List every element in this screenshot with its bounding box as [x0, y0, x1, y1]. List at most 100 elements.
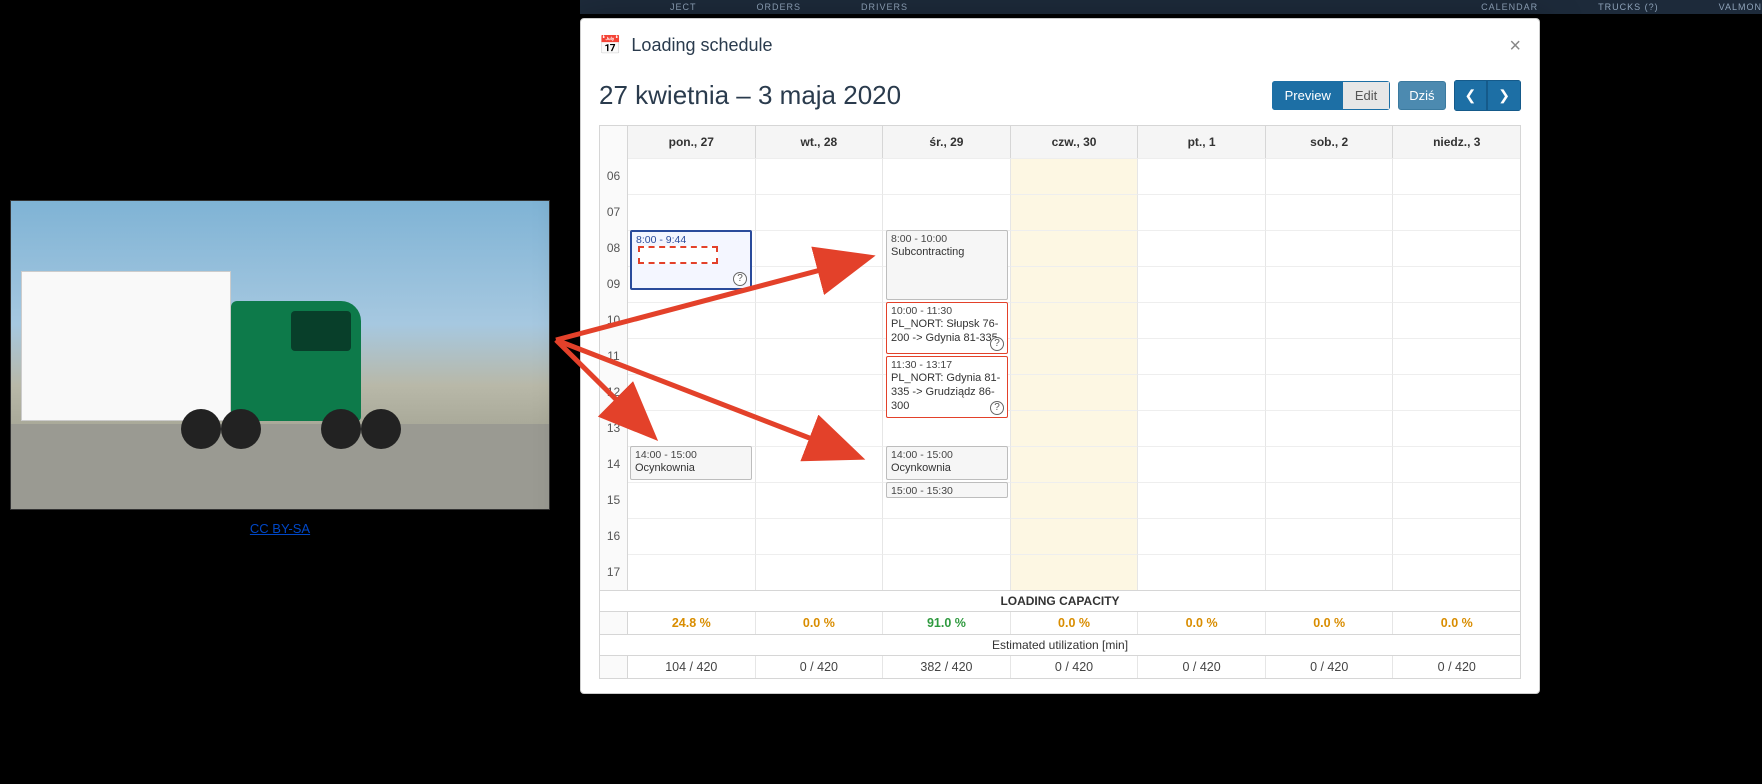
calendar-cell[interactable]: [1266, 194, 1394, 230]
hour-label: 13: [600, 410, 628, 446]
calendar-cell[interactable]: [1011, 158, 1139, 194]
day-header: śr., 29: [883, 126, 1011, 158]
calendar-event[interactable]: 11:30 - 13:17PL_NORT: Gdynia 81-335 -> G…: [886, 356, 1008, 418]
close-icon[interactable]: ×: [1509, 35, 1521, 58]
calendar-cell[interactable]: [756, 518, 884, 554]
calendar-cell[interactable]: [1393, 482, 1520, 518]
calendar-cell[interactable]: [1138, 554, 1266, 590]
calendar-cell[interactable]: [1393, 338, 1520, 374]
hour-label: 11: [600, 338, 628, 374]
calendar-cell[interactable]: [1138, 374, 1266, 410]
help-icon[interactable]: ?: [990, 337, 1004, 351]
calendar-cell[interactable]: [1266, 482, 1394, 518]
prev-week-button[interactable]: ❮: [1454, 80, 1488, 111]
calendar-cell[interactable]: [1011, 410, 1139, 446]
calendar-event[interactable]: 14:00 - 15:00Ocynkownia: [886, 446, 1008, 480]
calendar-cell[interactable]: [883, 194, 1011, 230]
calendar-cell[interactable]: [1138, 266, 1266, 302]
calendar-cell[interactable]: [1138, 518, 1266, 554]
calendar-cell[interactable]: [1011, 266, 1139, 302]
calendar-cell[interactable]: [1011, 194, 1139, 230]
calendar-cell[interactable]: [628, 158, 756, 194]
calendar-cell[interactable]: [756, 410, 884, 446]
background-nav: JECTORDERSDRIVERS CALENDARTRUCKS (?)VALM…: [580, 0, 1762, 14]
calendar-event[interactable]: 8:00 - 10:00Subcontracting: [886, 230, 1008, 300]
calendar-event[interactable]: 14:00 - 15:00Ocynkownia: [630, 446, 752, 480]
calendar-cell[interactable]: [1266, 338, 1394, 374]
calendar-cell[interactable]: [628, 482, 756, 518]
calendar-cell[interactable]: [1266, 230, 1394, 266]
calendar-cell[interactable]: [1138, 194, 1266, 230]
calendar-cell[interactable]: [1393, 518, 1520, 554]
calendar-cell[interactable]: [1011, 302, 1139, 338]
calendar-cell[interactable]: [1011, 518, 1139, 554]
calendar-cell[interactable]: [1011, 230, 1139, 266]
calendar-cell[interactable]: [1138, 302, 1266, 338]
calendar-cell[interactable]: [628, 194, 756, 230]
calendar-cell[interactable]: [628, 374, 756, 410]
calendar-cell[interactable]: [756, 302, 884, 338]
calendar-cell[interactable]: [1393, 374, 1520, 410]
calendar-cell[interactable]: [1011, 374, 1139, 410]
calendar-cell[interactable]: [1011, 482, 1139, 518]
calendar-cell[interactable]: [1138, 410, 1266, 446]
help-icon[interactable]: ?: [733, 272, 747, 286]
calendar-cell[interactable]: [1266, 446, 1394, 482]
loading-schedule-modal: × 📅 Loading schedule 27 kwietnia – 3 maj…: [580, 18, 1540, 694]
calendar-cell[interactable]: [628, 518, 756, 554]
event-title: Ocynkownia: [891, 462, 1003, 476]
calendar-event[interactable]: 15:00 - 15:30: [886, 482, 1008, 498]
calendar-cell[interactable]: [1393, 194, 1520, 230]
calendar-cell[interactable]: [1266, 374, 1394, 410]
photo-credit-link[interactable]: CC BY-SA: [250, 521, 310, 536]
capacity-pct: 0.0 %: [1186, 616, 1218, 630]
calendar-cell[interactable]: [1393, 266, 1520, 302]
calendar-cell[interactable]: [1011, 446, 1139, 482]
calendar-cell[interactable]: [756, 338, 884, 374]
calendar-cell[interactable]: [756, 230, 884, 266]
calendar-event[interactable]: 8:00 - 9:44?: [630, 230, 752, 290]
event-time: 15:00 - 15:30: [891, 485, 1003, 498]
calendar-cell[interactable]: [756, 374, 884, 410]
calendar-cell[interactable]: [1266, 410, 1394, 446]
calendar-cell[interactable]: [1011, 554, 1139, 590]
calendar-cell[interactable]: [1011, 338, 1139, 374]
calendar-cell[interactable]: [883, 554, 1011, 590]
calendar-cell[interactable]: [1393, 554, 1520, 590]
calendar-cell[interactable]: [1393, 410, 1520, 446]
calendar-cell[interactable]: [1138, 158, 1266, 194]
calendar-cell[interactable]: [883, 518, 1011, 554]
calendar-cell[interactable]: [1266, 158, 1394, 194]
calendar-cell[interactable]: [756, 266, 884, 302]
calendar-cell[interactable]: [1393, 158, 1520, 194]
calendar-cell[interactable]: [1393, 302, 1520, 338]
calendar-cell[interactable]: [1138, 338, 1266, 374]
calendar-cell[interactable]: [756, 194, 884, 230]
calendar-cell[interactable]: [1393, 446, 1520, 482]
calendar-grid: pon., 27wt., 28śr., 29czw., 30pt., 1sob.…: [599, 125, 1521, 679]
next-week-button[interactable]: ❯: [1487, 80, 1521, 111]
calendar-cell[interactable]: [1138, 230, 1266, 266]
calendar-cell[interactable]: [1266, 302, 1394, 338]
preview-button[interactable]: Preview: [1272, 81, 1343, 110]
calendar-cell[interactable]: [628, 410, 756, 446]
calendar-cell[interactable]: [1266, 266, 1394, 302]
help-icon[interactable]: ?: [990, 401, 1004, 415]
calendar-cell[interactable]: [628, 302, 756, 338]
calendar-event[interactable]: 10:00 - 11:30PL_NORT: Słupsk 76-200 -> G…: [886, 302, 1008, 354]
calendar-cell[interactable]: [756, 158, 884, 194]
calendar-cell[interactable]: [1266, 518, 1394, 554]
calendar-cell[interactable]: [883, 158, 1011, 194]
calendar-cell[interactable]: [756, 482, 884, 518]
calendar-cell[interactable]: [628, 554, 756, 590]
calendar-cell[interactable]: [628, 338, 756, 374]
day-header: pt., 1: [1138, 126, 1266, 158]
calendar-cell[interactable]: [1138, 446, 1266, 482]
today-button[interactable]: Dziś: [1398, 81, 1445, 110]
calendar-cell[interactable]: [1393, 230, 1520, 266]
calendar-cell[interactable]: [1266, 554, 1394, 590]
calendar-cell[interactable]: [756, 554, 884, 590]
edit-button[interactable]: Edit: [1343, 81, 1390, 110]
calendar-cell[interactable]: [1138, 482, 1266, 518]
calendar-cell[interactable]: [756, 446, 884, 482]
